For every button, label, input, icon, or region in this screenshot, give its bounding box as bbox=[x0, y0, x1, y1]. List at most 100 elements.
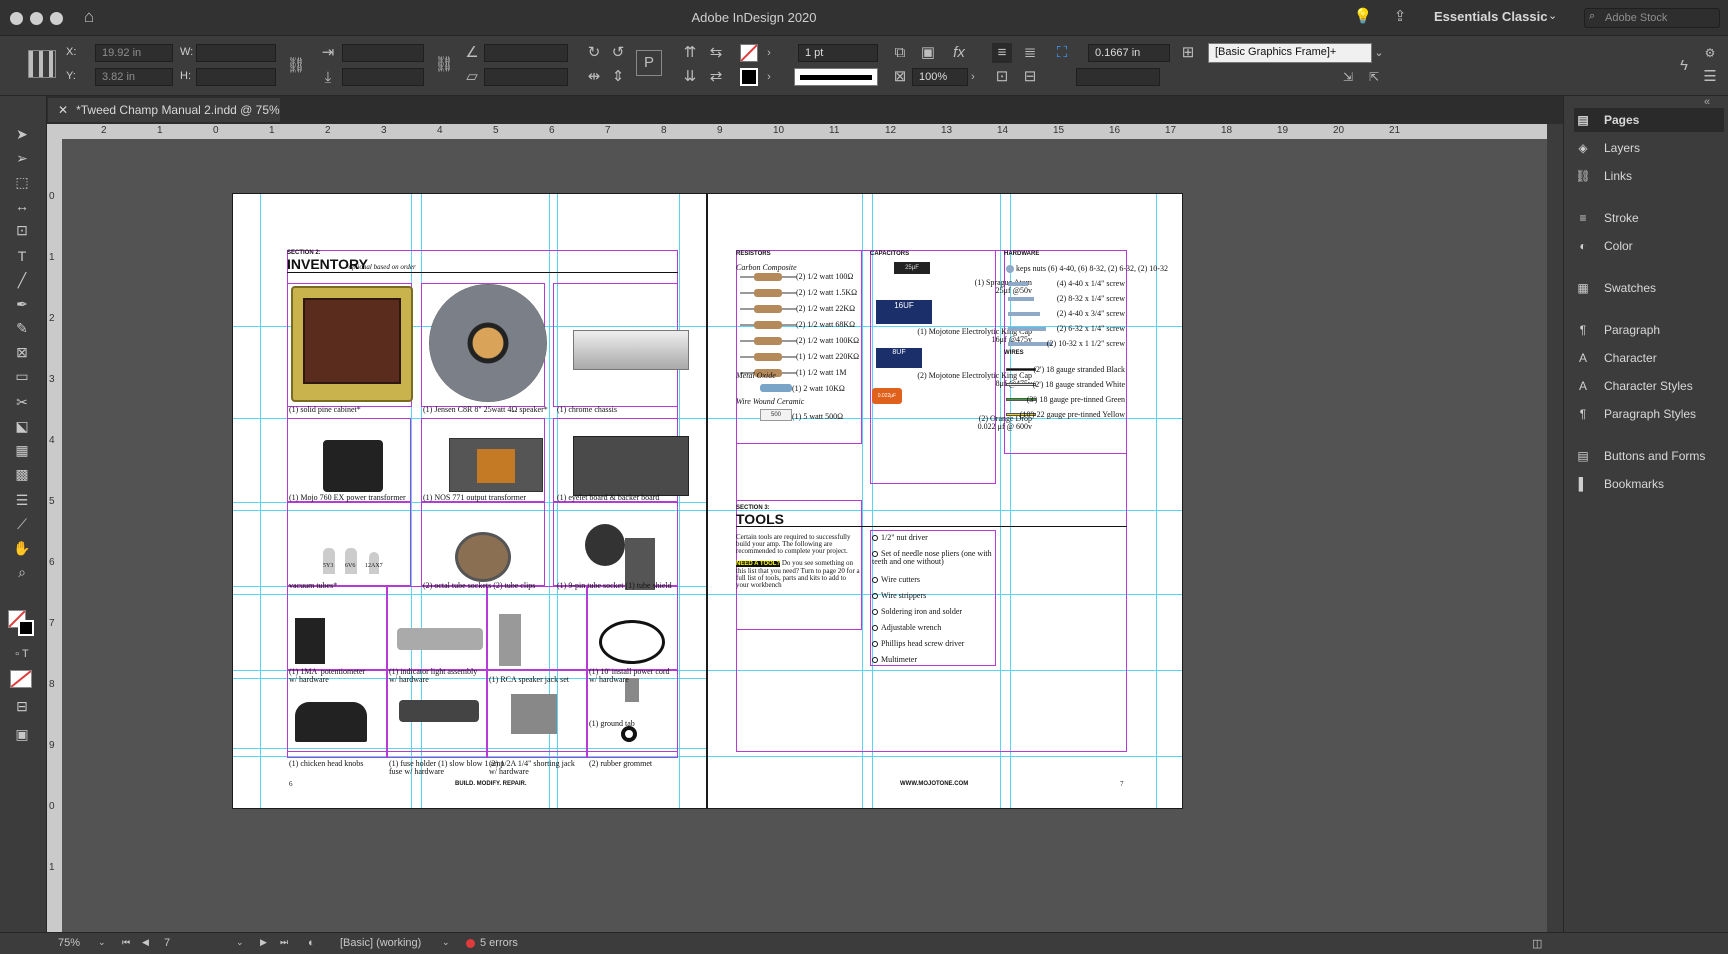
direct-selection-tool-icon[interactable]: ➢ bbox=[10, 148, 34, 168]
error-count[interactable]: 5 errors bbox=[480, 937, 518, 949]
fill-swatch[interactable] bbox=[740, 44, 758, 62]
gradient-feather-tool-icon[interactable]: ▩ bbox=[10, 464, 34, 484]
panel-item-pages[interactable]: ▤ Pages bbox=[1574, 108, 1724, 132]
pasteboard[interactable]: SECTION 2: INVENTORY *optional based on … bbox=[62, 139, 1547, 932]
chicken-head-knob-image[interactable] bbox=[295, 702, 367, 742]
next-page-icon[interactable]: ▶ bbox=[260, 937, 267, 948]
vertical-ruler[interactable]: 0 1 2 3 4 5 6 7 8 9 0 1 bbox=[47, 139, 62, 932]
select-content-icon[interactable]: ⇊ bbox=[680, 67, 700, 87]
wire-image[interactable] bbox=[1006, 368, 1036, 371]
keps-nut-image[interactable] bbox=[1006, 265, 1014, 273]
fit-frame-icon[interactable]: ⊟ bbox=[1020, 67, 1040, 87]
preflight-profile[interactable]: [Basic] (working) bbox=[340, 937, 421, 949]
reference-point-icon[interactable] bbox=[28, 50, 56, 78]
link-scale-icon[interactable]: ⛓ bbox=[434, 55, 454, 75]
panel-item-swatches[interactable]: ▦ Swatches bbox=[1574, 276, 1724, 300]
constrain-proportions-icon[interactable]: ⛓ bbox=[286, 56, 306, 76]
nine-pin-socket-image[interactable] bbox=[585, 524, 625, 566]
panel-item-character[interactable]: A Character bbox=[1574, 346, 1724, 370]
h-field[interactable] bbox=[196, 68, 276, 86]
line-tool-icon[interactable]: ╱ bbox=[10, 270, 34, 290]
note-tool-icon[interactable]: ☰ bbox=[10, 490, 34, 510]
auto-fit-icon[interactable]: ⇲ bbox=[1338, 67, 1358, 87]
power-cord-image[interactable] bbox=[599, 620, 665, 664]
king-cap-16-image[interactable]: 16UF bbox=[876, 300, 932, 324]
rotate-cw-icon[interactable]: ↻ bbox=[584, 43, 604, 63]
panel-item-color[interactable]: ◐ Color bbox=[1574, 234, 1724, 258]
flip-horizontal-icon[interactable]: ⇹ bbox=[584, 67, 604, 87]
menu-icon[interactable]: ☰ bbox=[1700, 67, 1720, 87]
paragraph-direction-icon[interactable]: P bbox=[636, 50, 662, 76]
document-tab[interactable]: ✕ *Tweed Champ Manual 2.indd @ 75% bbox=[48, 98, 280, 122]
object-style-select[interactable]: [Basic Graphics Frame]+ bbox=[1208, 43, 1372, 63]
panel-item-bookmarks[interactable]: ▌ Bookmarks bbox=[1574, 472, 1724, 496]
orange-drop-image[interactable]: 0.022μF bbox=[872, 388, 902, 404]
page-menu-chevron-icon[interactable]: ⌄ bbox=[236, 937, 244, 948]
sprague-atom-image[interactable]: 25μF bbox=[894, 262, 930, 274]
resistor-image[interactable] bbox=[754, 273, 782, 281]
x-field[interactable]: 19.92 in bbox=[95, 44, 173, 62]
preflight-profile-icon[interactable]: ◐ bbox=[308, 937, 315, 949]
rectangle-frame-tool-icon[interactable]: ⊠ bbox=[10, 342, 34, 362]
lightning-icon[interactable]: ϟ bbox=[1674, 56, 1694, 76]
screen-mode-icon[interactable]: ⊟ bbox=[10, 696, 34, 716]
corner-options-icon[interactable]: ⛶ bbox=[1052, 43, 1072, 63]
wire-image[interactable] bbox=[1006, 383, 1036, 386]
stroke-type-select[interactable] bbox=[794, 68, 878, 86]
resistor-image[interactable] bbox=[754, 353, 782, 361]
vertical-scrollbar[interactable] bbox=[1547, 124, 1563, 932]
scale-x-field[interactable] bbox=[342, 44, 424, 62]
collapse-panel-icon[interactable]: « bbox=[1704, 96, 1710, 108]
panel-item-paragraph[interactable]: ¶ Paragraph bbox=[1574, 318, 1724, 342]
effects-icon[interactable]: fx bbox=[948, 43, 970, 63]
shear-field[interactable] bbox=[484, 68, 568, 86]
indicator-light-image[interactable] bbox=[397, 628, 483, 650]
w-field[interactable] bbox=[196, 44, 276, 62]
select-next-icon[interactable]: ⇄ bbox=[706, 67, 726, 87]
resistor-image[interactable] bbox=[754, 305, 782, 313]
select-container-icon[interactable]: ⇈ bbox=[680, 43, 700, 63]
preflight-chevron-icon[interactable]: ⌄ bbox=[442, 937, 450, 948]
right-page[interactable]: RESISTORS Carbon Composite (2) 1/2 watt … bbox=[707, 193, 1183, 809]
panel-item-character-styles[interactable]: A Character Styles bbox=[1574, 374, 1724, 398]
workspace-switcher[interactable]: Essentials Classic bbox=[1434, 9, 1547, 24]
zoom-chevron-icon[interactable]: ⌄ bbox=[98, 937, 106, 948]
stroke-menu-chevron-icon[interactable]: › bbox=[762, 67, 776, 87]
cabinet-image[interactable] bbox=[291, 286, 413, 402]
checkbox-icon[interactable] bbox=[872, 535, 878, 542]
rectangle-tool-icon[interactable]: ▭ bbox=[10, 366, 34, 386]
rotation-field[interactable] bbox=[484, 44, 568, 62]
page-number-field[interactable]: 7 bbox=[164, 937, 170, 949]
resistor-image[interactable] bbox=[754, 337, 782, 345]
close-tab-icon[interactable]: ✕ bbox=[58, 103, 68, 117]
screw-image[interactable] bbox=[1008, 312, 1040, 316]
formatting-affects-container-icon[interactable]: ▫ T bbox=[10, 644, 34, 664]
stroke-weight-field[interactable]: 1 pt bbox=[798, 44, 878, 62]
metal-oxide-resistor-image[interactable] bbox=[760, 384, 792, 392]
stroke-swatch[interactable] bbox=[740, 68, 758, 86]
previous-page-icon[interactable]: ◀ bbox=[142, 937, 149, 948]
align-justify-icon[interactable]: ≣ bbox=[1020, 43, 1040, 63]
octal-socket-image[interactable] bbox=[455, 532, 511, 582]
rca-jack-image[interactable] bbox=[499, 614, 521, 666]
first-page-icon[interactable]: ⏮ bbox=[122, 937, 130, 948]
split-window-icon[interactable]: ◫ bbox=[1532, 937, 1542, 950]
zoom-level-field[interactable]: 75% bbox=[58, 937, 80, 949]
resistor-image[interactable] bbox=[754, 321, 782, 329]
lightbulb-icon[interactable]: 💡 bbox=[1353, 7, 1373, 27]
fill-menu-chevron-icon[interactable]: › bbox=[762, 43, 776, 63]
frame-icon[interactable]: ▣ bbox=[918, 43, 938, 63]
rubber-grommet-image[interactable] bbox=[621, 726, 637, 742]
rotate-ccw-icon[interactable]: ↺ bbox=[608, 43, 628, 63]
potentiometer-image[interactable] bbox=[295, 618, 325, 664]
gap-tool-icon[interactable]: ↔ bbox=[10, 196, 34, 216]
pen-tool-icon[interactable]: ✒ bbox=[10, 294, 34, 314]
content-collector-icon[interactable]: ⊡ bbox=[10, 220, 34, 240]
gradient-tool-icon[interactable]: ▦ bbox=[10, 440, 34, 460]
checkbox-icon[interactable] bbox=[872, 609, 878, 616]
scale-y-field[interactable] bbox=[342, 68, 424, 86]
scissors-tool-icon[interactable]: ✂ bbox=[10, 392, 34, 412]
panel-item-stroke[interactable]: ≡ Stroke bbox=[1574, 206, 1724, 230]
fuse-holder-image[interactable] bbox=[399, 700, 479, 722]
eyelet-board-image[interactable] bbox=[573, 436, 689, 496]
